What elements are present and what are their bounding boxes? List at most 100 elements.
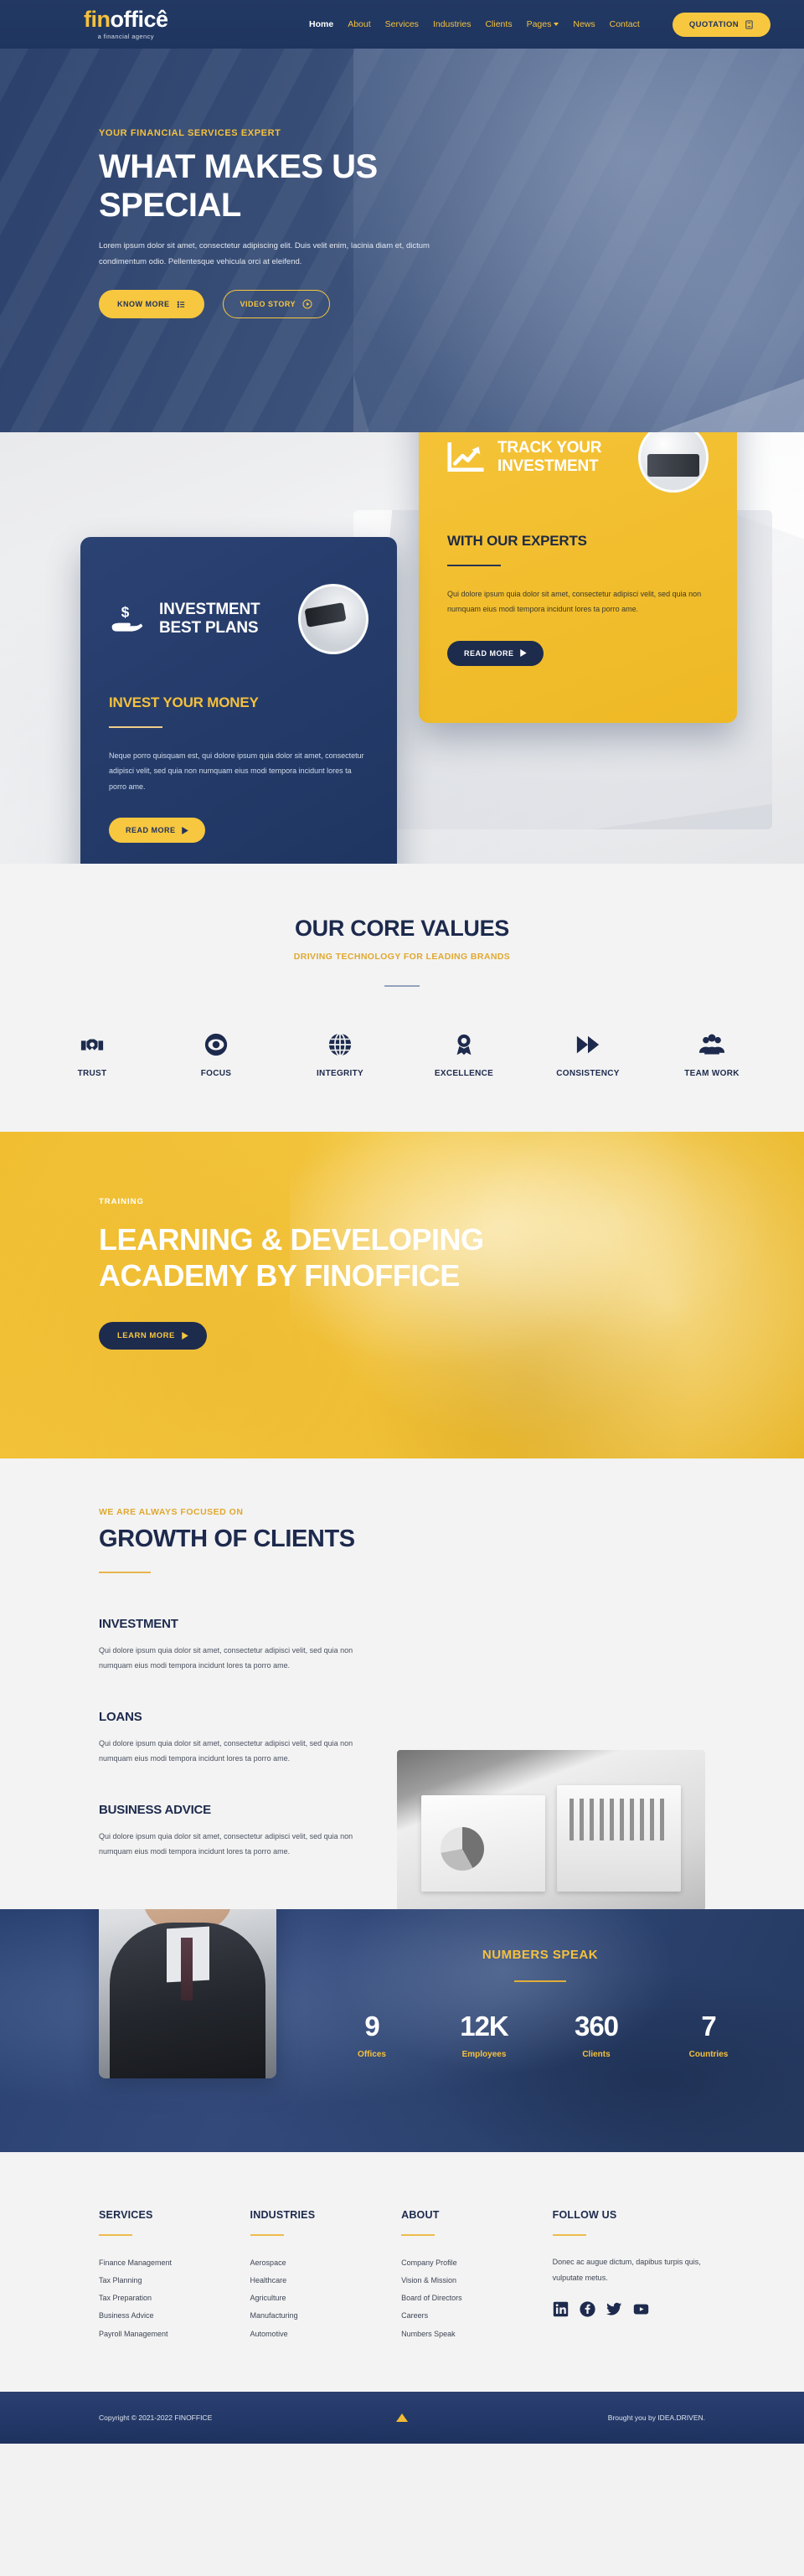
footer-link-company-profile[interactable]: Company Profile [401, 2254, 534, 2272]
value-label-trust: TRUST [77, 1069, 107, 1078]
site-footer: SERVICES Finance Management Tax Planning… [0, 2152, 804, 2392]
footer-link-numbers-speak[interactable]: Numbers Speak [401, 2326, 534, 2343]
footer-link-vision-mission[interactable]: Vision & Mission [401, 2272, 534, 2289]
core-values-section: OUR CORE VALUES DRIVING TECHNOLOGY FOR L… [0, 864, 804, 1132]
invest-card-button-label: READ MORE [126, 826, 176, 835]
track-card-text: Qui dolore ipsum quia dolor sit amet, co… [447, 590, 702, 614]
social-links [553, 2301, 705, 2317]
video-story-button[interactable]: VIDEO STORY [222, 290, 331, 319]
hero-button-group: KNOW MORE VIDEO STORY [99, 290, 469, 319]
footer-title-industries: INDUSTRIES [250, 2209, 316, 2221]
hero-title: WHAT MAKES US SPECIAL [99, 148, 469, 225]
stat-label-countries: Countries [688, 2050, 729, 2059]
growth-item-text-business-advice: Qui dolore ipsum quia dolor sit amet, co… [99, 1832, 353, 1856]
nav-pages-label: Pages [526, 19, 552, 29]
credit-text: Brought you by IDEA.DRIVEN. [607, 2413, 705, 2422]
footer-columns: SERVICES Finance Management Tax Planning… [99, 2209, 705, 2343]
value-label-team-work: TEAM WORK [684, 1069, 740, 1078]
footer-link-tax-preparation[interactable]: Tax Preparation [99, 2289, 232, 2307]
nav-item-industries[interactable]: Industries [433, 19, 472, 29]
bottom-bar: Copyright © 2021-2022 FINOFFICE Brought … [0, 2391, 804, 2444]
footer-column-follow-us: FOLLOW US Donec ac augue dictum, dapibus… [552, 2209, 705, 2343]
growth-item-loans: LOANS Qui dolore ipsum quia dolor sit am… [99, 1710, 379, 1766]
page-root: finofficê a financial agency Home About … [0, 0, 804, 2444]
training-banner-section: TRAINING LEARNING & DEVELOPING ACADEMY B… [0, 1132, 804, 1458]
footer-link-aerospace[interactable]: Aerospace [250, 2254, 384, 2272]
quotation-label: QUOTATION [688, 19, 739, 29]
stat-label-employees: Employees [461, 2050, 507, 2059]
nav-item-news[interactable]: News [573, 19, 595, 29]
site-logo[interactable]: finofficê a financial agency [84, 7, 169, 41]
footer-link-careers[interactable]: Careers [401, 2307, 534, 2325]
growth-item-text-investment: Qui dolore ipsum quia dolor sit amet, co… [99, 1646, 353, 1670]
value-label-excellence: EXCELLENCE [434, 1069, 494, 1078]
invest-card-header: $ INVESTMENT BEST PLANS [109, 584, 368, 654]
people-group-icon [698, 1034, 725, 1055]
investment-plans-card[interactable]: $ INVESTMENT BEST PLANS INVEST YOUR MONE… [80, 537, 397, 864]
footer-link-manufacturing[interactable]: Manufacturing [250, 2307, 384, 2325]
invest-card-subtitle: INVEST YOUR MONEY [109, 694, 259, 710]
stat-label-clients: Clients [582, 2050, 611, 2059]
scroll-to-top-icon[interactable] [396, 2413, 408, 2422]
invest-card-text: Neque porro quisquam est, qui dolore ips… [109, 751, 364, 791]
logo-office-text: officê [110, 7, 169, 32]
linkedin-icon[interactable] [553, 2301, 569, 2317]
value-item-team-work[interactable]: TEAM WORK [674, 1032, 750, 1078]
invest-card-read-more-button[interactable]: READ MORE [109, 818, 205, 844]
stat-offices: 9 Offices [340, 2012, 404, 2059]
footer-follow-text: Donec ac augue dictum, dapibus turpis qu… [552, 2258, 701, 2282]
portrait-tie [180, 1937, 193, 2001]
growth-item-spacer-1 [425, 1617, 705, 1673]
nav-item-pages[interactable]: Pages [527, 19, 559, 29]
footer-link-finance-management[interactable]: Finance Management [99, 2254, 232, 2272]
nav-item-clients[interactable]: Clients [485, 19, 512, 29]
invest-card-title-l1: INVESTMENT [159, 601, 260, 619]
nav-item-home[interactable]: Home [309, 19, 333, 29]
stat-countries: 7 Countries [677, 2012, 740, 2059]
footer-link-automotive[interactable]: Automotive [250, 2326, 384, 2343]
nav-item-contact[interactable]: Contact [610, 19, 640, 29]
youtube-icon[interactable] [633, 2301, 649, 2317]
nav-item-about[interactable]: About [348, 19, 370, 29]
stat-value-offices: 9 [364, 2011, 379, 2042]
learn-more-button[interactable]: LEARN MORE [99, 1322, 207, 1350]
value-label-focus: FOCUS [200, 1069, 232, 1078]
stat-employees: 12K Employees [452, 2012, 516, 2059]
hand-dollar-icon: $ [111, 603, 143, 632]
nav-item-services[interactable]: Services [385, 19, 419, 29]
value-item-consistency[interactable]: CONSISTENCY [550, 1032, 626, 1078]
hero-description: Lorem ipsum dolor sit amet, consectetur … [99, 241, 430, 267]
footer-link-business-advice[interactable]: Business Advice [99, 2307, 232, 2325]
footer-link-payroll-management[interactable]: Payroll Management [99, 2326, 232, 2343]
numbers-title: NUMBERS SPEAK [482, 1948, 599, 1962]
core-values-title: OUR CORE VALUES [294, 916, 510, 941]
footer-link-agriculture[interactable]: Agriculture [250, 2289, 384, 2307]
svg-text:$: $ [121, 603, 130, 620]
know-more-button[interactable]: KNOW MORE [99, 290, 204, 319]
facebook-icon[interactable] [580, 2301, 595, 2317]
footer-link-tax-planning[interactable]: Tax Planning [99, 2272, 232, 2289]
value-item-integrity[interactable]: INTEGRITY [302, 1032, 378, 1078]
numbers-content: NUMBERS SPEAK 9 Offices 12K Employees 36… [276, 1909, 804, 2059]
stat-value-employees: 12K [460, 2011, 509, 2042]
numbers-speak-section: NUMBERS SPEAK 9 Offices 12K Employees 36… [0, 1909, 804, 2152]
twitter-icon[interactable] [606, 2301, 622, 2317]
value-item-excellence[interactable]: EXCELLENCE [426, 1032, 502, 1078]
growth-item-text-loans: Qui dolore ipsum quia dolor sit amet, co… [99, 1739, 353, 1763]
footer-title-services: SERVICES [99, 2209, 153, 2221]
track-investment-card[interactable]: TRACK YOUR INVESTMENT WITH OUR EXPERTS Q… [419, 432, 737, 723]
growth-title: GROWTH OF CLIENTS [99, 1525, 355, 1552]
footer-link-board-of-directors[interactable]: Board of Directors [401, 2289, 534, 2307]
value-item-focus[interactable]: FOCUS [178, 1032, 254, 1078]
eye-icon [204, 1033, 228, 1056]
growth-photo-pie [440, 1827, 484, 1871]
track-card-button-label: READ MORE [464, 648, 514, 658]
hero-eyebrow: YOUR FINANCIAL SERVICES EXPERT [99, 128, 281, 138]
growth-item-title-loans: LOANS [99, 1710, 142, 1724]
value-item-trust[interactable]: TRUST [54, 1032, 130, 1078]
quotation-button[interactable]: QUOTATION [672, 12, 770, 37]
track-card-read-more-button[interactable]: READ MORE [447, 640, 544, 666]
footer-link-healthcare[interactable]: Healthcare [250, 2272, 384, 2289]
invest-card-title-l2: BEST PLANS [159, 619, 259, 637]
footer-title-about: ABOUT [401, 2209, 440, 2221]
